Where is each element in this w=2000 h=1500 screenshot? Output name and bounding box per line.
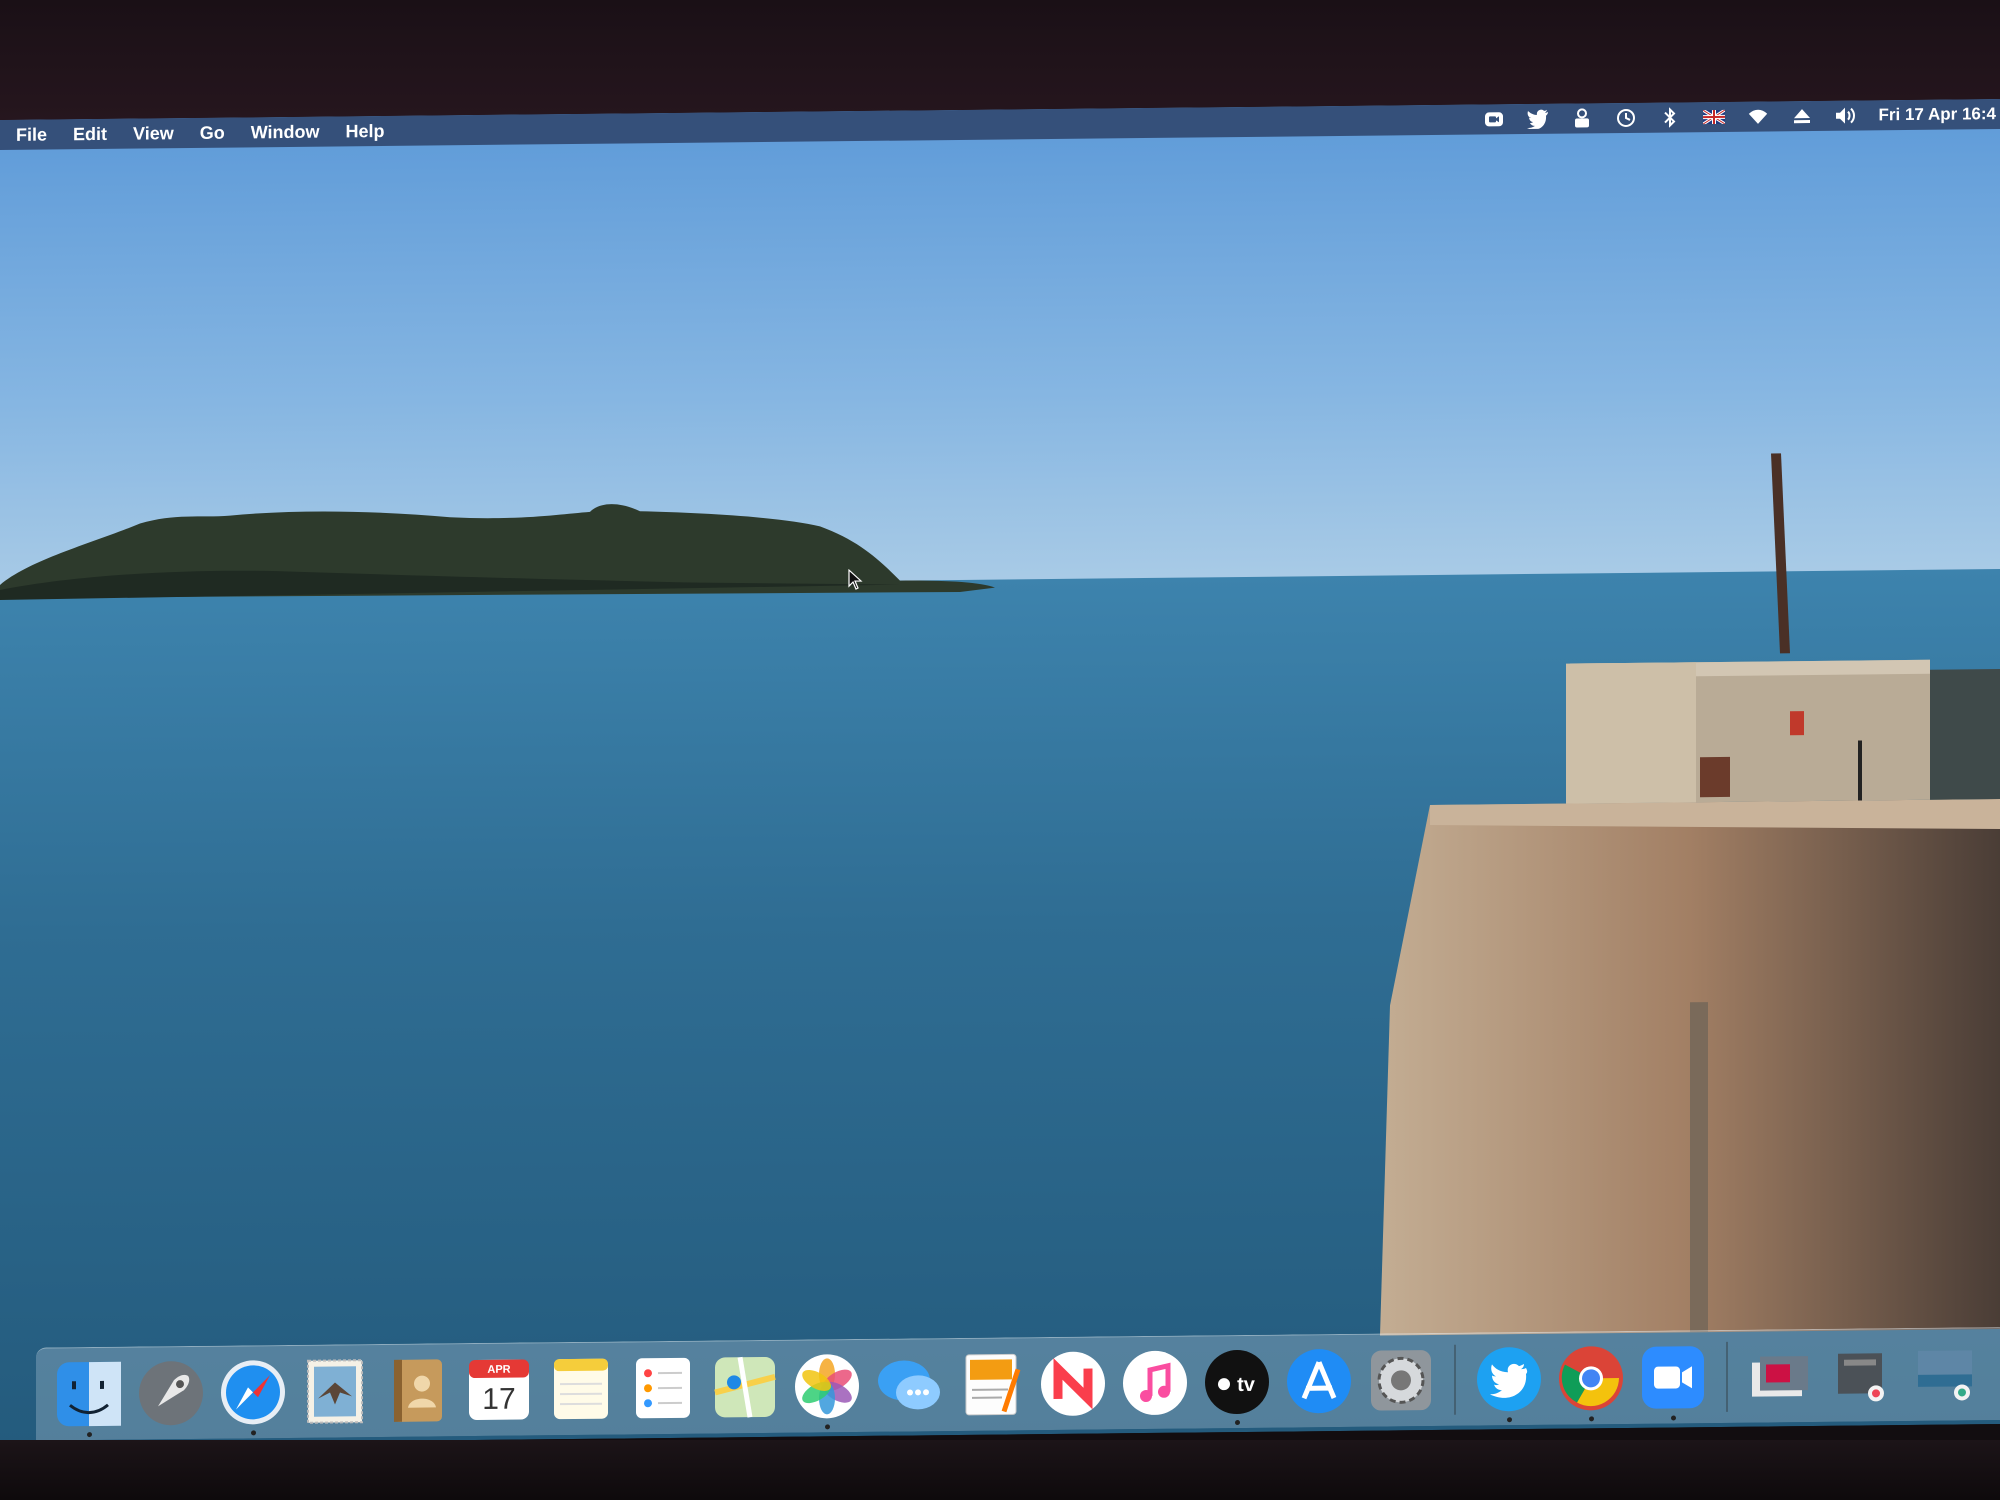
chat-bubbles-icon [878,1360,940,1410]
dock-photos[interactable] [786,1345,868,1430]
dock-calendar[interactable]: APR 17 [458,1348,540,1431]
dock-mail[interactable] [294,1350,376,1433]
running-indicator [825,1424,830,1430]
eject-icon[interactable] [1791,105,1813,127]
music-note-icon [1123,1350,1187,1415]
menu-file[interactable]: File [16,124,47,145]
status-area: Fri 17 Apr 16:4 [1483,99,2000,134]
monitor-bezel-bottom [0,1440,2000,1500]
dock-system-preferences[interactable] [1360,1339,1442,1422]
mouse-pointer-icon [848,568,863,590]
calendar-day: 17 [482,1383,515,1416]
dock-music[interactable] [1114,1341,1196,1424]
running-indicator [1507,1417,1512,1423]
dock-maps[interactable] [704,1346,786,1429]
checklist-icon [636,1357,690,1419]
documents-stack-icon [1752,1356,1808,1397]
desktop-wallpaper [0,99,2000,1445]
user-lock-icon[interactable] [1571,107,1593,129]
dock-finder[interactable] [48,1353,130,1438]
zoom-icon[interactable] [1483,108,1505,130]
compass-icon [221,1360,285,1425]
desktop-stack-icon [1918,1350,1972,1401]
dock-chrome[interactable] [1550,1337,1632,1422]
dock-pages[interactable] [950,1343,1032,1426]
contacts-book-icon [394,1359,442,1422]
desktop-screen: File Edit View Go Window Help Fri 17 Apr… [0,99,2000,1445]
stamp-icon [307,1359,363,1424]
apple-tv-icon: tv [1205,1350,1269,1415]
bluetooth-icon[interactable] [1659,106,1681,128]
running-indicator [1671,1415,1676,1421]
dock-notes[interactable] [540,1347,622,1430]
running-indicator [251,1430,256,1436]
dock-downloads-stack[interactable] [1822,1334,1904,1417]
twitter-bird-icon [1477,1347,1541,1412]
dock-apple-tv[interactable]: tv [1196,1341,1278,1426]
time-machine-icon[interactable] [1615,107,1637,129]
uk-flag-icon[interactable] [1702,106,1725,128]
dock-zoom[interactable] [1632,1336,1714,1421]
downloads-stack-icon [1838,1353,1884,1402]
map-icon [714,1356,776,1418]
dock-messages[interactable] [868,1344,950,1427]
twitter-icon[interactable] [1526,108,1549,130]
zoom-camera-icon [1642,1346,1704,1409]
running-indicator [1235,1420,1240,1426]
dock-separator [1726,1341,1728,1412]
menu-window[interactable]: Window [251,121,320,143]
calendar-month: APR [487,1364,510,1376]
calendar-icon: APR 17 [469,1359,529,1421]
dock-safari[interactable] [212,1351,294,1436]
dock-launchpad[interactable] [130,1352,212,1435]
dock-documents-stack[interactable] [1740,1335,1822,1418]
finder-icon [57,1361,121,1427]
menu-view[interactable]: View [133,123,174,144]
tv-label: tv [1237,1374,1256,1396]
running-indicator [1589,1416,1594,1422]
dock-contacts[interactable] [376,1349,458,1432]
menu-bar-clock[interactable]: Fri 17 Apr 16:4 [1879,104,1996,125]
dock-separator [1454,1344,1456,1415]
dock-app-store[interactable] [1278,1340,1360,1423]
volume-icon[interactable] [1835,105,1857,127]
news-icon [1041,1351,1105,1416]
running-indicator [87,1432,92,1438]
menu-help[interactable]: Help [346,120,385,141]
menu-go[interactable]: Go [200,122,225,143]
notepad-icon [554,1358,608,1420]
gear-icon [1371,1350,1431,1411]
photos-flower-icon [795,1354,859,1419]
dock-desktop-stack[interactable] [1904,1333,1986,1416]
chrome-icon [1559,1346,1623,1411]
app-store-icon [1287,1349,1351,1414]
pages-pen-icon [965,1353,1021,1416]
dock-reminders[interactable] [622,1347,704,1430]
wifi-icon[interactable] [1747,105,1769,127]
rocket-icon [139,1361,203,1426]
menu-edit[interactable]: Edit [73,123,107,144]
dock-news[interactable] [1032,1342,1114,1425]
dock-twitter[interactable] [1468,1338,1550,1423]
